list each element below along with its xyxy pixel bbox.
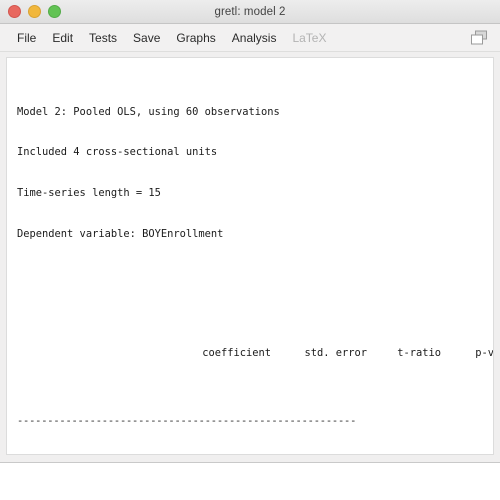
column-header-t-ratio: t-ratio [397, 346, 442, 359]
header-line-3: Time-series length = 15 [17, 186, 161, 199]
window-controls [8, 0, 61, 23]
menu-item-latex: LaTeX [292, 30, 327, 45]
maximize-button[interactable] [48, 5, 61, 18]
header-line-2: Included 4 cross-sectional units [17, 146, 218, 159]
column-header-p-value: p-value [475, 346, 494, 359]
menu-item-save[interactable]: Save [125, 29, 168, 47]
menu-bar: File Edit Tests Save Graphs Analysis LaT… [0, 24, 500, 52]
table-header-row: coefficient std. error t-ratio p-value [17, 333, 493, 374]
menu-item-analysis[interactable]: Analysis [224, 29, 285, 47]
column-header-coefficient: coefficient [202, 346, 272, 359]
menu-item-tests[interactable]: Tests [81, 29, 125, 47]
model-output-text[interactable]: Model 2: Pooled OLS, using 60 observatio… [6, 57, 494, 455]
header-line-1: Model 2: Pooled OLS, using 60 observatio… [17, 105, 280, 118]
menu-item-edit[interactable]: Edit [44, 29, 81, 47]
close-button[interactable] [8, 5, 21, 18]
windows-stack-icon[interactable] [471, 30, 489, 45]
window-title: gretl: model 2 [214, 5, 286, 18]
content-area: Model 2: Pooled OLS, using 60 observatio… [0, 52, 500, 462]
minimize-button[interactable] [28, 5, 41, 18]
menu-item-file[interactable]: File [9, 29, 44, 47]
table-rule: ----------------------------------------… [17, 414, 357, 427]
title-bar: gretl: model 2 [0, 0, 500, 24]
header-line-4: Dependent variable: BOYEnrollment [17, 227, 224, 240]
gretl-model-window: gretl: model 2 File Edit Tests Save Grap… [0, 0, 500, 463]
column-header-std-error: std. error [304, 346, 368, 359]
menu-item-graphs[interactable]: Graphs [168, 29, 223, 47]
